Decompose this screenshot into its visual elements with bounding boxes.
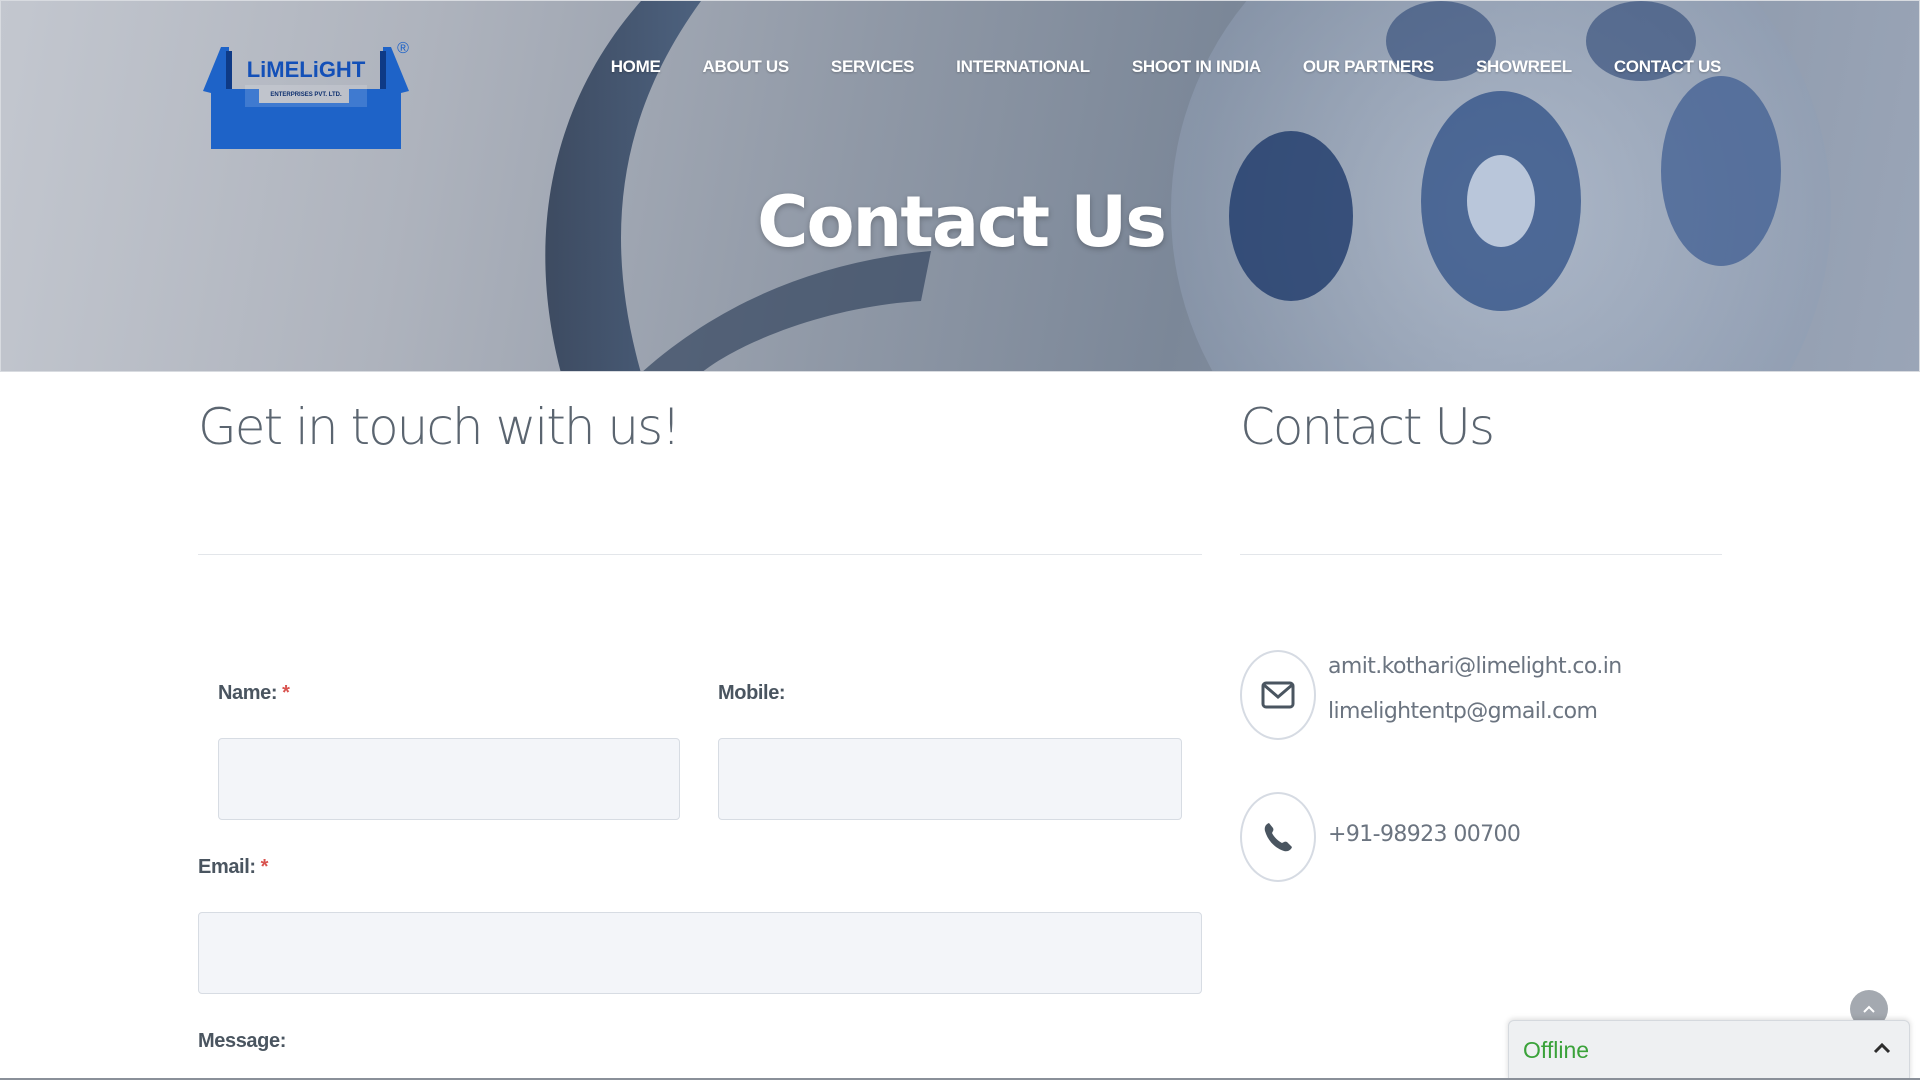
chat-status: Offline: [1523, 1037, 1590, 1063]
phone-icon: [1240, 792, 1316, 882]
logo-subtext: ENTERPRISES PVT. LTD.: [270, 92, 342, 98]
contact-heading: Contact Us: [1240, 398, 1495, 456]
name-label-text: Name:: [218, 682, 278, 704]
primary-email-link[interactable]: amit.kothari@limelight.co.in: [1328, 654, 1622, 679]
logo-wordmark: LiMELiGHT: [247, 57, 366, 82]
brand-logo[interactable]: LiMELiGHT ENTERPRISES PVT. LTD. ®: [199, 33, 413, 149]
phone-link[interactable]: +91-98923 00700: [1328, 822, 1521, 847]
nav-shoot-in-india[interactable]: SHOOT IN INDIA: [1132, 57, 1261, 77]
main-nav: HOME ABOUT US SERVICES INTERNATIONAL SHO…: [611, 57, 1722, 77]
nav-home[interactable]: HOME: [611, 57, 661, 77]
form-heading: Get in touch with us!: [198, 398, 681, 456]
live-chat-widget[interactable]: Offline: [1508, 1020, 1910, 1080]
name-label: Name: *: [218, 682, 290, 705]
mobile-label: Mobile:: [718, 682, 786, 705]
envelope-icon: [1240, 650, 1316, 740]
registered-mark: ®: [397, 40, 409, 57]
email-label: Email: *: [198, 856, 268, 879]
message-label-text: Message:: [198, 1030, 286, 1052]
nav-about-us[interactable]: ABOUT US: [703, 57, 790, 77]
required-asterisk: *: [260, 856, 269, 878]
email-label-text: Email:: [198, 856, 256, 878]
hero-banner: LiMELiGHT ENTERPRISES PVT. LTD. ® HOME A…: [0, 0, 1920, 372]
secondary-email-link[interactable]: limelightentp@gmail.com: [1328, 699, 1598, 724]
message-label: Message:: [198, 1030, 286, 1053]
page-title: Contact Us: [757, 181, 1167, 263]
form-heading-divider: [198, 554, 1202, 555]
mobile-input[interactable]: [718, 738, 1182, 820]
required-asterisk: *: [282, 682, 290, 704]
name-input[interactable]: [218, 738, 680, 820]
chevron-up-icon[interactable]: [1873, 1041, 1891, 1055]
nav-showreel[interactable]: SHOWREEL: [1476, 57, 1572, 77]
nav-services[interactable]: SERVICES: [831, 57, 915, 77]
chevron-up-icon: [1863, 1005, 1875, 1013]
nav-contact-us[interactable]: CONTACT US: [1614, 57, 1721, 77]
contact-heading-divider: [1240, 554, 1722, 555]
email-input[interactable]: [198, 912, 1202, 994]
nav-our-partners[interactable]: OUR PARTNERS: [1303, 57, 1434, 77]
mobile-label-text: Mobile:: [718, 682, 786, 704]
nav-international[interactable]: INTERNATIONAL: [956, 57, 1090, 77]
